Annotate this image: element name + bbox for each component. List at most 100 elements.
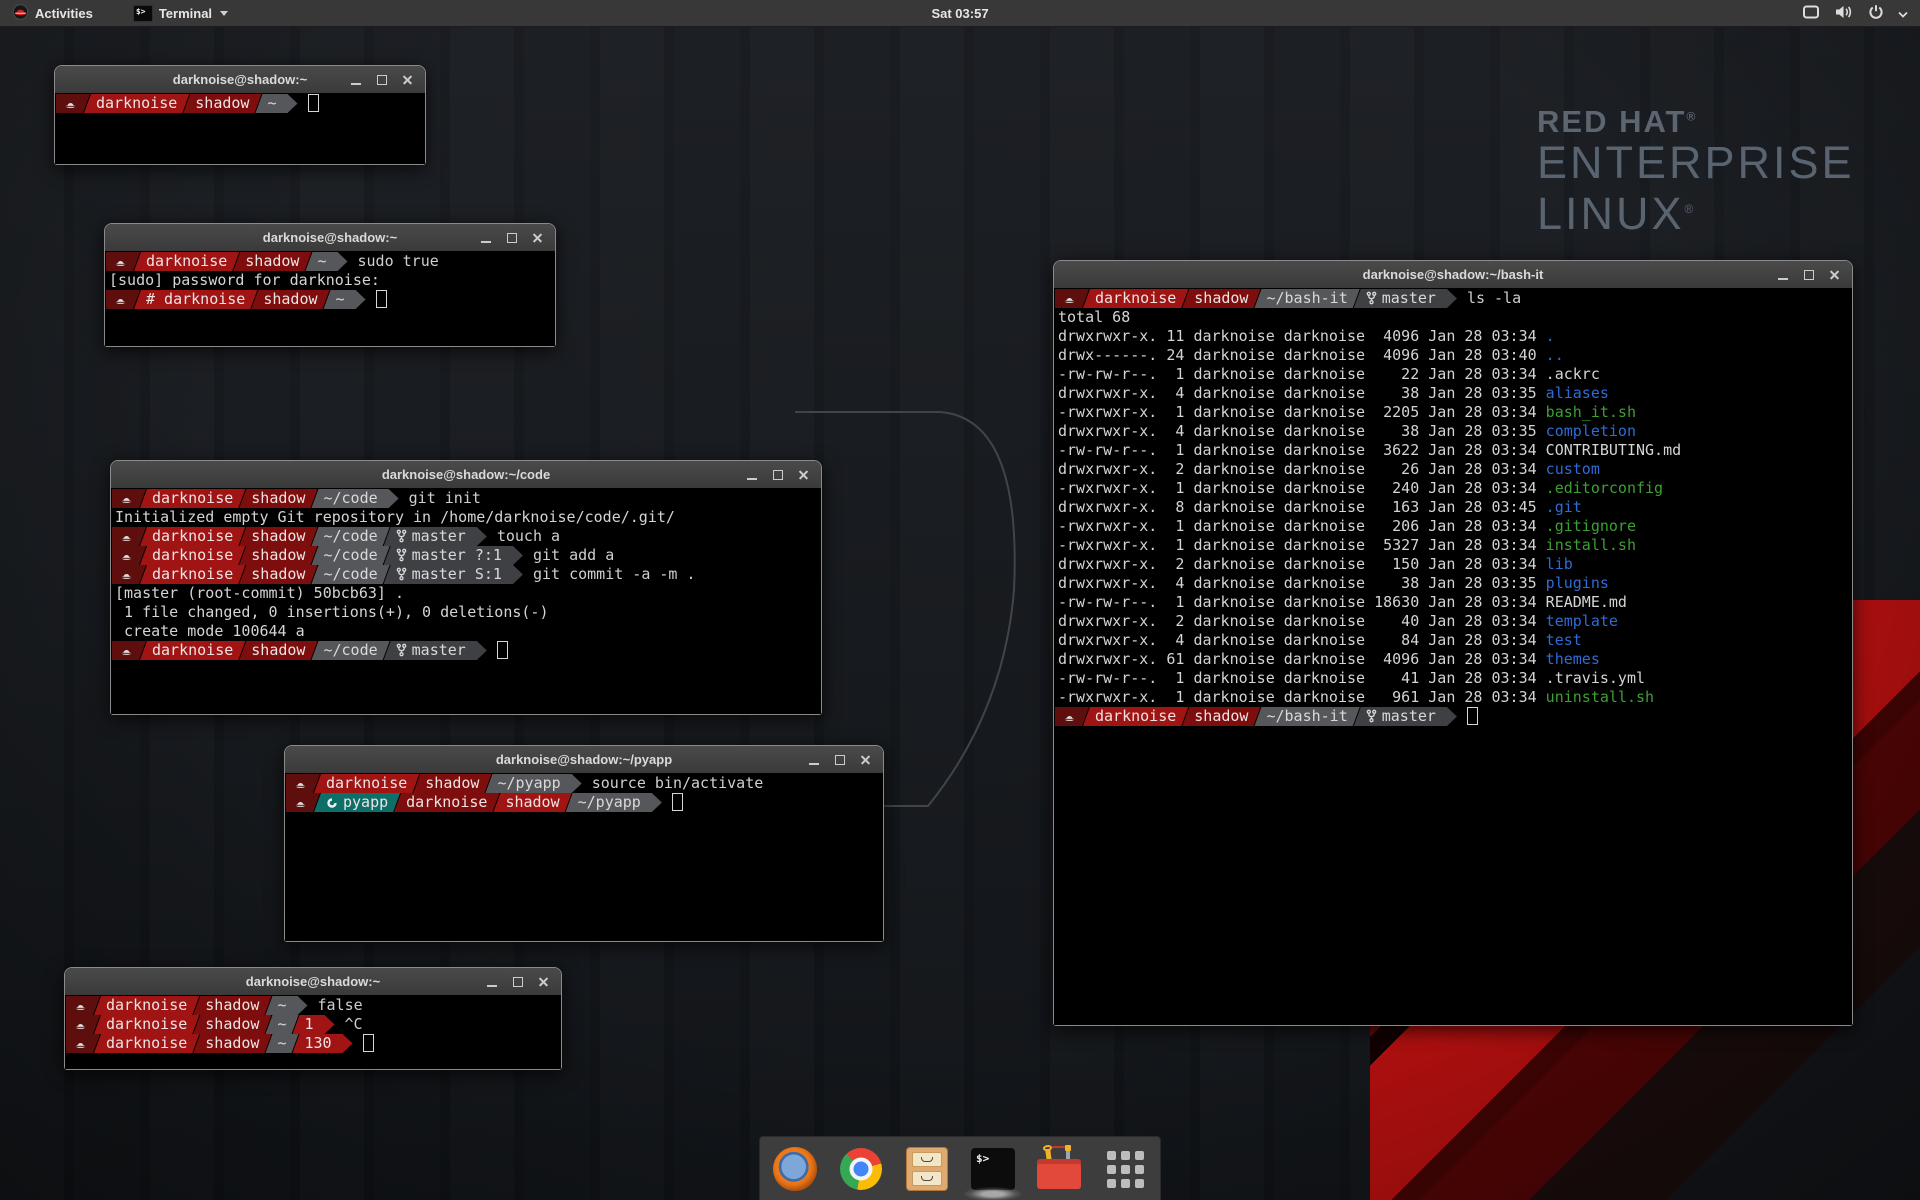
- prompt-segment-red2: shadow: [193, 996, 271, 1015]
- toolbox-icon: [1036, 1148, 1082, 1190]
- activities-button[interactable]: Activities: [0, 0, 105, 26]
- terminal-line: create mode 100644 a: [112, 622, 821, 641]
- dock-item-chrome[interactable]: [838, 1146, 884, 1192]
- brand-line2: ENTERPRISE: [1537, 140, 1855, 186]
- redhat-icon: [74, 1019, 87, 1032]
- terminal-window-home-exit: darknoise@shadow:~ darknoiseshadow~false…: [64, 967, 562, 1070]
- command-text: source bin/activate: [592, 774, 764, 792]
- terminal-content[interactable]: darknoiseshadow~sudo true[sudo] password…: [105, 251, 555, 346]
- prompt-segment-red1: darknoise: [94, 1034, 199, 1053]
- prompt-segment-path: ~: [324, 290, 366, 309]
- prompt-segment-git: master: [1354, 707, 1457, 726]
- terminal-line: drwxrwxr-x. 11 darknoise darknoise 4096 …: [1055, 327, 1852, 346]
- close-button[interactable]: [536, 974, 552, 990]
- prompt-segment-red2: shadow: [193, 1015, 271, 1034]
- terminal-line: darknoiseshadow~: [56, 94, 425, 113]
- command-text: touch a: [497, 527, 560, 545]
- app-menu-terminal[interactable]: $> Terminal: [123, 0, 238, 26]
- power-icon[interactable]: [1868, 4, 1884, 23]
- maximize-button[interactable]: [374, 72, 390, 88]
- maximize-button[interactable]: [832, 752, 848, 768]
- terminal-cursor: [308, 94, 319, 112]
- ls-entry-dir: .git: [1546, 498, 1582, 516]
- terminal-line: darknoiseshadow~/bash-itmasterls -la: [1055, 289, 1852, 308]
- terminal-line: darknoiseshadow~/codemaster S:1git commi…: [112, 565, 821, 584]
- minimize-button[interactable]: [806, 752, 822, 768]
- git-branch-icon: [396, 567, 407, 581]
- maximize-button[interactable]: [510, 974, 526, 990]
- dock-item-terminal[interactable]: $>: [970, 1146, 1016, 1192]
- close-button[interactable]: [858, 752, 874, 768]
- prompt-segment-path: ~/pyapp: [566, 793, 662, 812]
- terminal-line: drwxrwxr-x. 4 darknoise darknoise 38 Jan…: [1055, 574, 1852, 593]
- terminal-line: drwxrwxr-x. 2 darknoise darknoise 26 Jan…: [1055, 460, 1852, 479]
- prompt-segment-red2: shadow: [1182, 707, 1260, 726]
- prompt-segment-red1: # darknoise: [134, 290, 257, 309]
- prompt-segment-path: ~/code: [311, 546, 389, 565]
- clock[interactable]: Sat 03:57: [0, 6, 1920, 21]
- ls-entry-exec: install.sh: [1546, 536, 1636, 554]
- terminal-line: drwxrwxr-x. 61 darknoise darknoise 4096 …: [1055, 650, 1852, 669]
- title-bar[interactable]: darknoise@shadow:~/code: [111, 461, 821, 489]
- minimize-button[interactable]: [744, 467, 760, 483]
- display-icon[interactable]: [1802, 4, 1820, 23]
- close-button[interactable]: [530, 230, 546, 246]
- prompt-segment-red2: shadow: [183, 94, 261, 113]
- terminal-line: drwxrwxr-x. 2 darknoise darknoise 150 Ja…: [1055, 555, 1852, 574]
- terminal-line: darknoiseshadow~false: [66, 996, 561, 1015]
- ls-entry-dir: custom: [1546, 460, 1600, 478]
- redhat-icon: [120, 645, 133, 658]
- minimize-button[interactable]: [1775, 267, 1791, 283]
- prompt-segment-path: ~: [305, 252, 347, 271]
- terminal-content[interactable]: darknoiseshadow~: [55, 93, 425, 164]
- terminal-cursor: [497, 641, 508, 659]
- terminal-content[interactable]: darknoiseshadow~/bash-itmasterls -latota…: [1054, 288, 1852, 1025]
- terminal-content[interactable]: darknoiseshadow~/pyappsource bin/activat…: [285, 773, 883, 941]
- terminal-line: darknoiseshadow~/codegit init: [112, 489, 821, 508]
- prompt-segment-red2: shadow: [239, 489, 317, 508]
- maximize-button[interactable]: [1801, 267, 1817, 283]
- prompt-segment-path: ~: [265, 996, 307, 1015]
- title-bar[interactable]: darknoise@shadow:~: [55, 66, 425, 94]
- terminal-icon: $>: [971, 1148, 1015, 1190]
- prompt-segment-red2: shadow: [239, 565, 317, 584]
- close-button[interactable]: [1827, 267, 1843, 283]
- maximize-button[interactable]: [504, 230, 520, 246]
- title-bar[interactable]: darknoise@shadow:~: [105, 224, 555, 252]
- minimize-button[interactable]: [484, 974, 500, 990]
- chevron-down-icon[interactable]: [1898, 6, 1908, 21]
- dock-item-files[interactable]: [904, 1146, 950, 1192]
- close-button[interactable]: [400, 72, 416, 88]
- ls-entry-dir: themes: [1546, 650, 1600, 668]
- window-title: darknoise@shadow:~/pyapp: [285, 752, 883, 767]
- terminal-line: darknoiseshadow~sudo true: [106, 252, 555, 271]
- terminal-line: darknoiseshadow~/pyappsource bin/activat…: [286, 774, 883, 793]
- command-text: false: [318, 996, 363, 1014]
- dock-item-app-grid[interactable]: [1102, 1146, 1148, 1192]
- command-text: git init: [409, 489, 481, 507]
- prompt-segment-red1: darknoise: [140, 641, 245, 660]
- brand-line3: LINUX: [1537, 188, 1685, 239]
- prompt-segment-exit: 130: [293, 1034, 353, 1053]
- volume-icon[interactable]: [1834, 4, 1854, 23]
- terminal-line: darknoiseshadow~/codemaster ?:1git add a: [112, 546, 821, 565]
- title-bar[interactable]: darknoise@shadow:~/pyapp: [285, 746, 883, 774]
- terminal-line: darknoiseshadow~/codemastertouch a: [112, 527, 821, 546]
- terminal-content[interactable]: darknoiseshadow~falsedarknoiseshadow~1^C…: [65, 995, 561, 1069]
- terminal-content[interactable]: darknoiseshadow~/codegit initInitialized…: [111, 488, 821, 714]
- chevron-down-icon: [220, 11, 228, 16]
- terminal-app-icon: $>: [133, 5, 153, 22]
- title-bar[interactable]: darknoise@shadow:~/bash-it: [1054, 261, 1852, 289]
- terminal-cursor: [363, 1034, 374, 1052]
- redhat-icon: [64, 98, 77, 111]
- minimize-button[interactable]: [348, 72, 364, 88]
- title-bar[interactable]: darknoise@shadow:~: [65, 968, 561, 996]
- close-button[interactable]: [796, 467, 812, 483]
- maximize-button[interactable]: [770, 467, 786, 483]
- minimize-button[interactable]: [478, 230, 494, 246]
- terminal-cursor: [1467, 707, 1478, 725]
- prompt-segment-red1: darknoise: [140, 546, 245, 565]
- dock-item-firefox[interactable]: [772, 1146, 818, 1192]
- dock-item-toolbox[interactable]: [1036, 1146, 1082, 1192]
- prompt-segment-git: master: [384, 641, 487, 660]
